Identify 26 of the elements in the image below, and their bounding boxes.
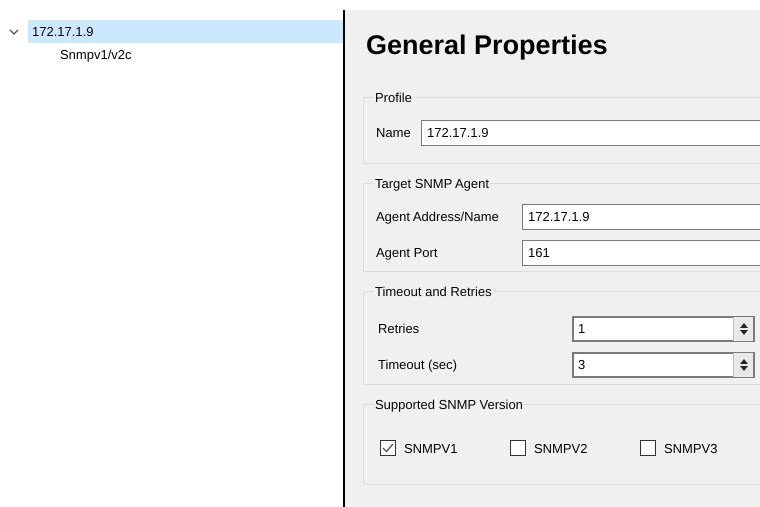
field-label: Agent Address/Name — [376, 208, 500, 226]
number-field[interactable]: 1 — [572, 316, 755, 342]
text-field[interactable]: 172.17.1.9 — [522, 204, 760, 230]
spin-buttons[interactable] — [733, 352, 753, 376]
group-title: Supported SNMP Version — [374, 396, 524, 414]
field-label: Retries — [378, 320, 420, 338]
checkbox[interactable] — [510, 440, 526, 456]
tree-item[interactable]: 172.17.1.9 — [28, 20, 343, 43]
spin-buttons[interactable] — [733, 316, 753, 340]
page-title: General Properties — [365, 28, 609, 62]
field-label: Timeout (sec) — [378, 356, 458, 374]
chevron-down-icon[interactable] — [9, 26, 19, 36]
checkbox[interactable] — [380, 440, 396, 456]
group-title: Timeout and Retries — [374, 283, 493, 301]
tree-item[interactable]: Snmpv1/v2c — [56, 43, 136, 66]
text-field[interactable]: 161 — [522, 240, 760, 266]
checkbox[interactable] — [640, 440, 656, 456]
number-field[interactable]: 3 — [572, 352, 755, 378]
field-label: Name — [376, 124, 412, 142]
field-label: Agent Port — [376, 244, 438, 262]
checkbox-label: SNMPV2 — [534, 440, 588, 458]
group-title: Target SNMP Agent — [374, 175, 490, 193]
text-field[interactable]: 172.17.1.9 — [421, 120, 760, 146]
group-title: Profile — [374, 89, 413, 107]
checkbox-label: SNMPV1 — [404, 440, 458, 458]
checkbox-label: SNMPV3 — [664, 440, 718, 458]
